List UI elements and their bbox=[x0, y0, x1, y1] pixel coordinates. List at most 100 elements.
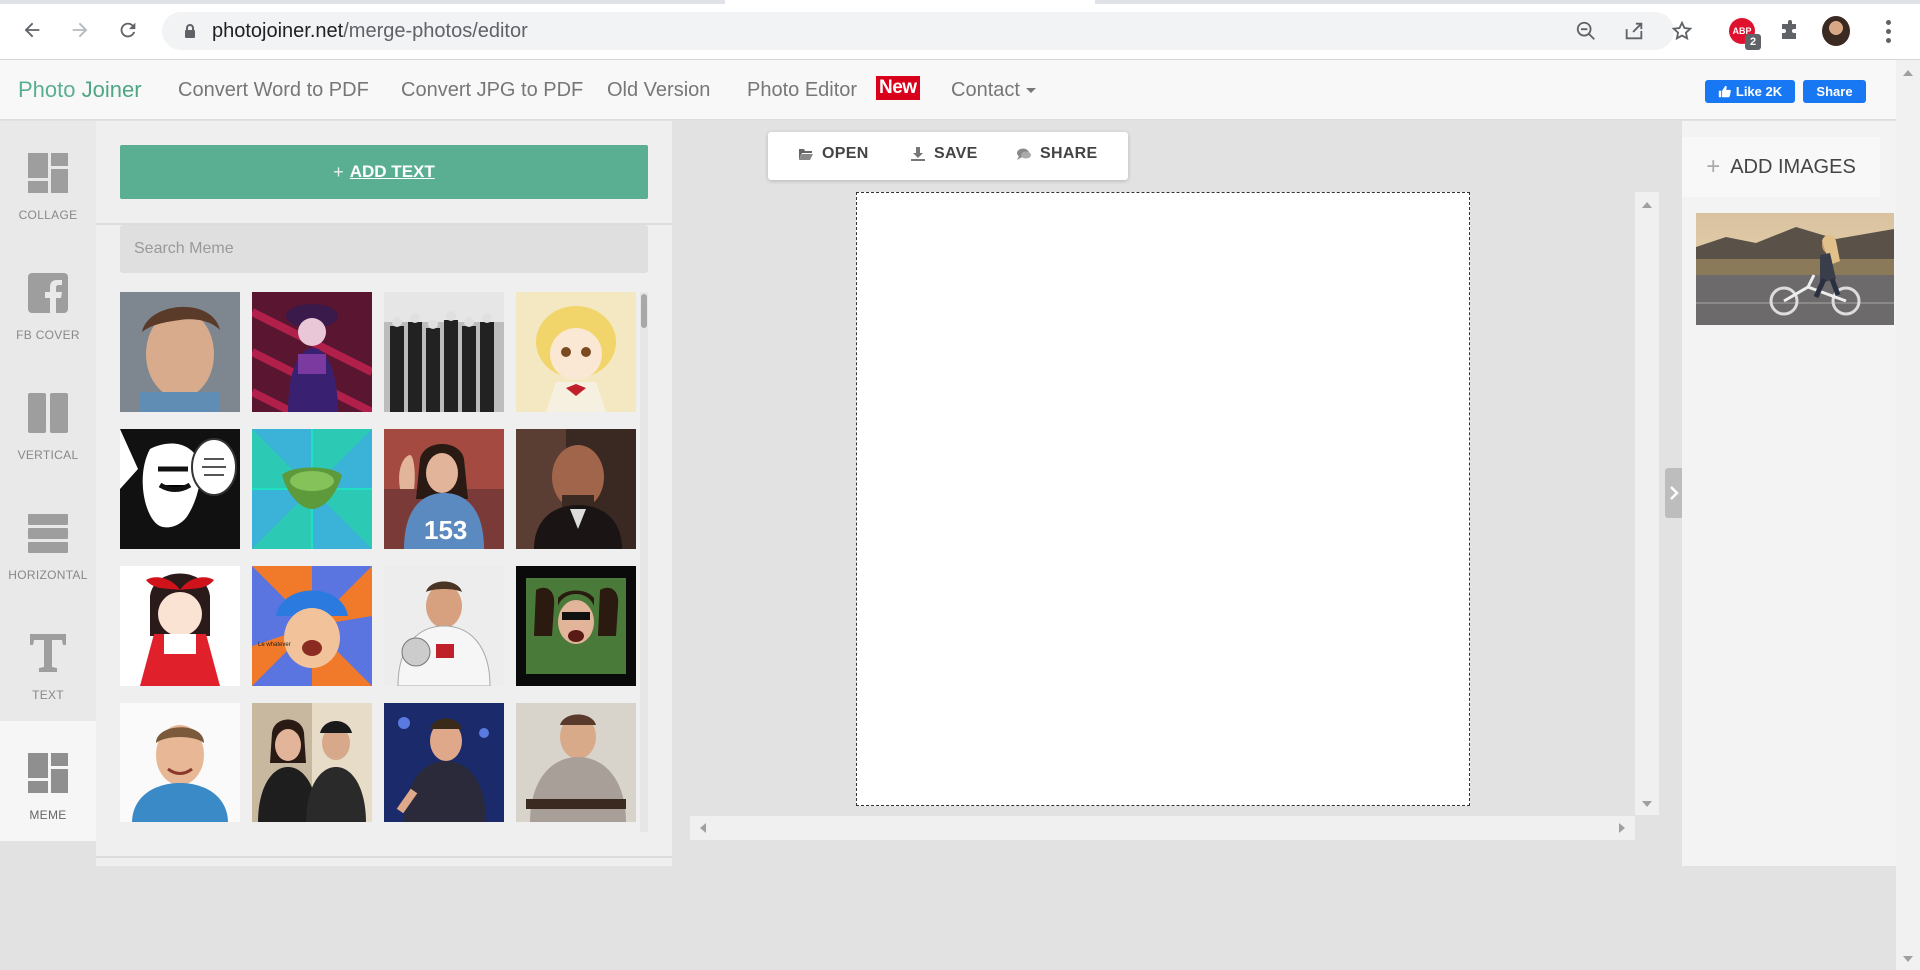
meme-thumbnail[interactable] bbox=[252, 703, 372, 822]
meme-thumbnail[interactable] bbox=[120, 429, 240, 549]
share-label: SHARE bbox=[1040, 145, 1098, 162]
canvas-vertical-scrollbar[interactable] bbox=[1635, 192, 1659, 815]
scroll-down-arrow-icon[interactable] bbox=[1642, 801, 1652, 807]
tool-collage[interactable]: COLLAGE bbox=[0, 121, 96, 241]
share-button[interactable]: SHARE bbox=[1016, 145, 1098, 163]
share-icon bbox=[1625, 22, 1643, 40]
zoom-button[interactable] bbox=[1574, 19, 1598, 43]
text-icon bbox=[26, 631, 70, 675]
add-text-button[interactable]: + ADD TEXT bbox=[120, 145, 648, 199]
meme-thumbnail[interactable] bbox=[384, 292, 504, 412]
site-logo[interactable]: Photo Joiner bbox=[18, 77, 142, 103]
meme-thumbnail[interactable] bbox=[516, 429, 636, 549]
tool-vertical[interactable]: VERTICAL bbox=[0, 361, 96, 481]
address-bar[interactable]: photojoiner.net/merge-photos/editor bbox=[162, 12, 1693, 50]
folder-open-icon bbox=[799, 149, 813, 160]
nav-convert-word-to-pdf[interactable]: Convert Word to PDF bbox=[178, 79, 369, 102]
bookmark-button[interactable] bbox=[1670, 19, 1694, 43]
active-tab-indicator bbox=[725, 0, 1095, 4]
url-text[interactable]: photojoiner.net/merge-photos/editor bbox=[212, 20, 528, 43]
meme-thumbnail[interactable] bbox=[120, 566, 240, 686]
nav-photo-editor[interactable]: Photo Editor bbox=[747, 79, 857, 102]
meme-icon bbox=[26, 751, 70, 795]
facebook-like-button[interactable]: Like 2K bbox=[1705, 80, 1795, 103]
svg-text:Le whatever: Le whatever bbox=[258, 642, 291, 648]
meme-list-scrollbar[interactable] bbox=[640, 292, 648, 832]
save-label: SAVE bbox=[934, 145, 978, 162]
share-page-button[interactable] bbox=[1622, 19, 1646, 43]
browser-toolbar: photojoiner.net/merge-photos/editor ABP 2 bbox=[0, 0, 1920, 60]
canvas-horizontal-scrollbar[interactable] bbox=[690, 816, 1635, 840]
panel-collapse-handle[interactable] bbox=[1665, 468, 1683, 518]
tool-meme[interactable]: MEME bbox=[0, 721, 96, 841]
comments-icon bbox=[1017, 148, 1031, 160]
zoom-out-icon bbox=[1576, 21, 1595, 40]
vertical-columns-icon bbox=[26, 391, 70, 435]
page-scroll-down-icon[interactable] bbox=[1903, 956, 1913, 962]
puzzle-icon bbox=[1782, 20, 1796, 39]
meme-thumbnail[interactable] bbox=[384, 703, 504, 822]
reload-icon bbox=[120, 22, 136, 38]
images-panel: + ADD IMAGES bbox=[1682, 121, 1896, 866]
new-badge: New bbox=[876, 76, 920, 100]
thumbs-up-icon bbox=[1718, 85, 1731, 98]
svg-text:153: 153 bbox=[424, 515, 467, 545]
tool-fb-cover[interactable]: FB COVER bbox=[0, 241, 96, 361]
arrow-left-icon bbox=[24, 22, 40, 38]
add-images-button[interactable]: + ADD IMAGES bbox=[1682, 137, 1880, 197]
save-button[interactable]: SAVE bbox=[910, 145, 978, 163]
adblock-count: 2 bbox=[1745, 34, 1761, 50]
meme-thumbnail[interactable] bbox=[516, 292, 636, 412]
tool-horizontal[interactable]: HORIZONTAL bbox=[0, 481, 96, 601]
scroll-up-arrow-icon[interactable] bbox=[1642, 202, 1652, 208]
meme-thumbnail[interactable]: 153 bbox=[384, 429, 504, 549]
open-button[interactable]: OPEN bbox=[798, 145, 869, 163]
meme-grid: 153 Le whatever bbox=[120, 292, 640, 822]
scroll-right-arrow-icon[interactable] bbox=[1619, 823, 1625, 833]
arrow-right-icon bbox=[72, 22, 88, 38]
nav-old-version[interactable]: Old Version bbox=[607, 79, 710, 102]
brand-first: Photo bbox=[18, 77, 76, 102]
meme-thumbnail[interactable] bbox=[516, 703, 636, 822]
adblock-icon: ABP 2 bbox=[1729, 18, 1761, 50]
tool-horizontal-label: HORIZONTAL bbox=[8, 568, 88, 582]
tab-strip bbox=[0, 0, 1920, 4]
adblock-extension[interactable]: ABP 2 bbox=[1728, 17, 1761, 50]
tool-fb-cover-label: FB COVER bbox=[16, 328, 80, 342]
tool-meme-label: MEME bbox=[29, 808, 67, 822]
profile-button[interactable] bbox=[1822, 16, 1850, 46]
meme-thumbnail[interactable] bbox=[120, 292, 240, 412]
browser-menu-button[interactable] bbox=[1878, 17, 1898, 45]
meme-thumbnail[interactable] bbox=[252, 429, 372, 549]
meme-thumbnail[interactable] bbox=[120, 703, 240, 822]
meme-panel: + ADD TEXT 153 bbox=[96, 121, 672, 866]
scroll-left-arrow-icon[interactable] bbox=[700, 823, 706, 833]
nav-convert-jpg-to-pdf[interactable]: Convert JPG to PDF bbox=[401, 79, 583, 102]
facebook-icon bbox=[26, 271, 70, 315]
collage-canvas[interactable] bbox=[856, 192, 1470, 806]
scrollbar-thumb[interactable] bbox=[641, 294, 647, 328]
nav-contact[interactable]: Contact bbox=[951, 79, 1036, 102]
nav-contact-label: Contact bbox=[951, 79, 1020, 101]
page-scroll-up-icon[interactable] bbox=[1903, 70, 1913, 76]
back-button[interactable] bbox=[14, 12, 50, 48]
tool-text[interactable]: TEXT bbox=[0, 601, 96, 721]
extensions-button[interactable] bbox=[1776, 17, 1804, 45]
tool-collage-label: COLLAGE bbox=[18, 208, 78, 222]
star-icon bbox=[1671, 20, 1693, 41]
meme-thumbnail[interactable] bbox=[384, 566, 504, 686]
uploaded-image-thumbnail[interactable] bbox=[1696, 213, 1894, 325]
page-scrollbar[interactable] bbox=[1896, 60, 1920, 970]
tool-text-label: TEXT bbox=[32, 688, 64, 702]
meme-thumbnail[interactable] bbox=[252, 292, 372, 412]
meme-thumbnail[interactable]: Le whatever bbox=[252, 566, 372, 686]
meme-thumbnail[interactable] bbox=[516, 566, 636, 686]
add-text-label: ADD TEXT bbox=[349, 162, 435, 181]
reload-button[interactable] bbox=[110, 12, 146, 48]
download-icon bbox=[911, 147, 925, 161]
facebook-share-button[interactable]: Share bbox=[1803, 80, 1866, 103]
collage-icon bbox=[26, 151, 70, 195]
avatar bbox=[1822, 16, 1850, 46]
forward-button[interactable] bbox=[62, 12, 98, 48]
search-meme-input[interactable] bbox=[120, 225, 648, 273]
